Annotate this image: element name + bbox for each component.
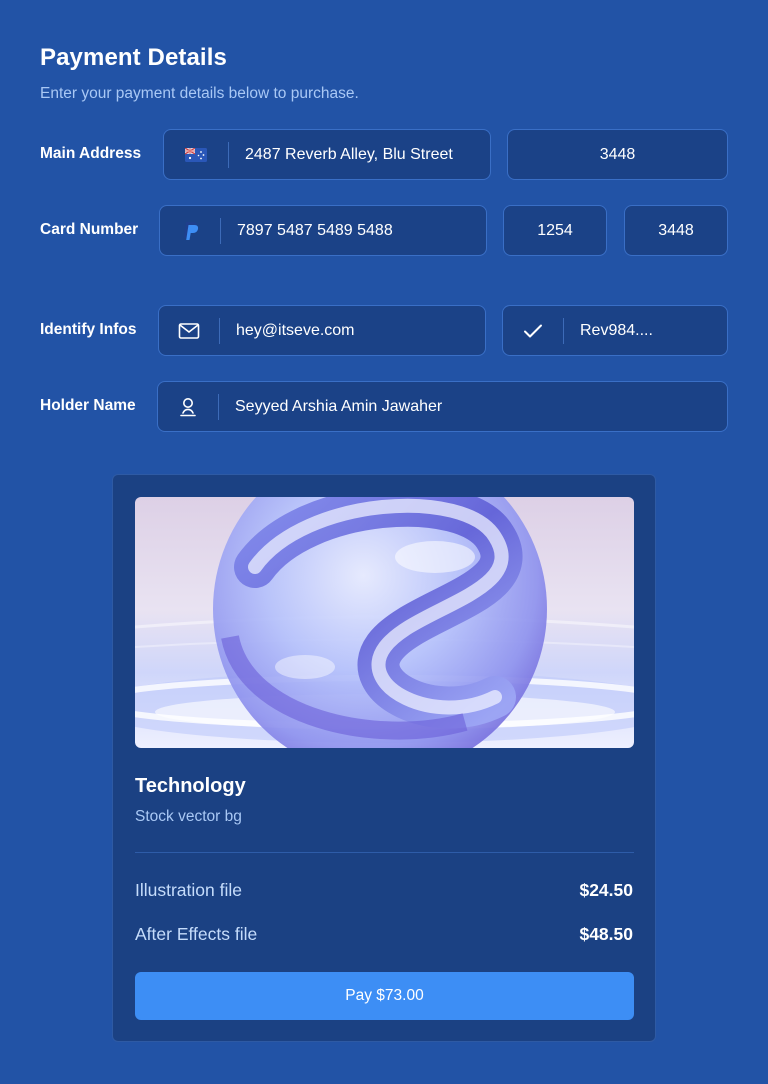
payment-page: Payment Details Enter your payment detai… [0, 0, 768, 1084]
reference-field[interactable]: Rev984.... [502, 305, 728, 356]
email-field[interactable]: hey@itseve.com [158, 305, 486, 356]
product-card: Technology Stock vector bg Illustration … [112, 474, 656, 1042]
paypal-icon [160, 206, 220, 255]
holder-name-value: Seyyed Arshia Amin Jawaher [235, 397, 443, 415]
pay-button[interactable]: Pay $73.00 [135, 972, 634, 1020]
divider [135, 852, 634, 853]
product-subtitle: Stock vector bg [135, 808, 242, 825]
card-number-field[interactable]: 7897 5487 5489 5488 [159, 205, 487, 256]
product-title: Technology [135, 775, 246, 797]
card-number-value: 7897 5487 5489 5488 [237, 221, 393, 239]
reference-value: Rev984.... [580, 321, 653, 339]
address-value: 2487 Reverb Alley, Blu Street [245, 145, 453, 163]
email-value: hey@itseve.com [236, 321, 355, 339]
page-subtitle: Enter your payment details below to purc… [40, 85, 359, 102]
card-number-label: Card Number [40, 221, 139, 238]
main-address-label: Main Address [40, 145, 142, 162]
card-cvc-value: 3448 [658, 221, 694, 239]
australia-flag-icon [164, 130, 228, 179]
card-expiry-value: 1254 [537, 221, 573, 239]
glass-sphere-image [135, 497, 634, 748]
user-icon [158, 382, 218, 431]
address-code-value: 3448 [599, 145, 636, 163]
address-field[interactable]: 2487 Reverb Alley, Blu Street [163, 129, 491, 180]
line-item-price: $48.50 [579, 924, 633, 944]
holder-name-field[interactable]: Seyyed Arshia Amin Jawaher [157, 381, 728, 432]
card-expiry-field[interactable]: 1254 [503, 205, 607, 256]
mail-icon [159, 306, 219, 355]
line-item-price: $24.50 [579, 880, 633, 900]
card-cvc-field[interactable]: 3448 [624, 205, 728, 256]
page-title: Payment Details [40, 44, 227, 71]
identify-infos-label: Identify Infos [40, 321, 137, 338]
address-code-field[interactable]: 3448 [507, 129, 728, 180]
line-item-label: After Effects file [135, 924, 258, 944]
check-icon [503, 306, 563, 355]
holder-name-label: Holder Name [40, 397, 136, 414]
line-item-label: Illustration file [135, 880, 242, 900]
